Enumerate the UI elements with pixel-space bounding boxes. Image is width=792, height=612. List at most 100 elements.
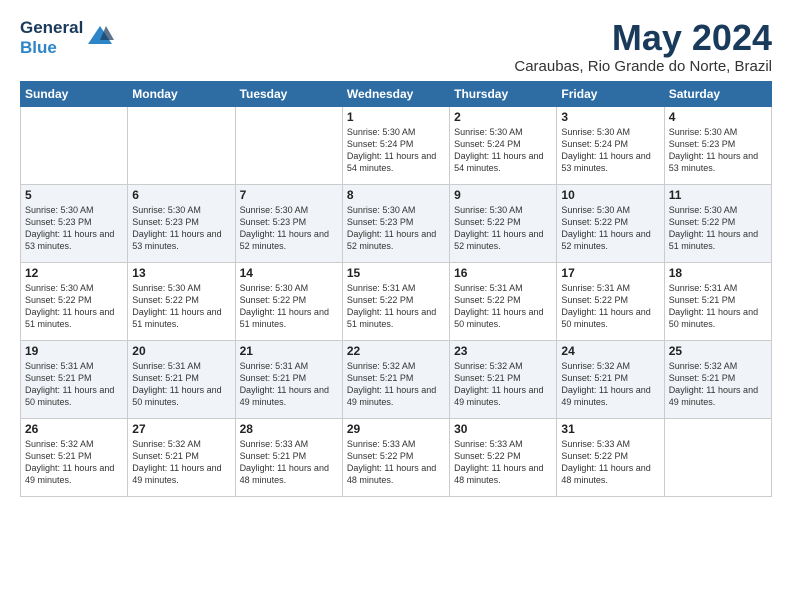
calendar-cell: 14Sunrise: 5:30 AMSunset: 5:22 PMDayligh… [235,262,342,340]
cell-info: Sunrise: 5:33 AMSunset: 5:22 PMDaylight:… [454,438,552,487]
cell-info: Sunrise: 5:30 AMSunset: 5:22 PMDaylight:… [561,204,659,253]
day-number: 2 [454,110,552,124]
cell-info: Sunrise: 5:30 AMSunset: 5:24 PMDaylight:… [454,126,552,175]
calendar-week-row: 5 Sunrise: 5:30 AMSunset: 5:23 PMDaylight… [21,184,772,262]
calendar-cell: 18Sunrise: 5:31 AMSunset: 5:21 PMDayligh… [664,262,771,340]
logo-general: General [20,18,83,38]
day-number: 16 [454,266,552,280]
weekday-header-monday: Monday [128,81,235,106]
header: General Blue May 2024 Caraubas, Rio Gran… [20,18,772,75]
day-number: 6 [132,188,230,202]
cell-info: Sunrise: 5:30 AMSunset: 5:23 PMDaylight:… [347,204,445,253]
day-number: 8 [347,188,445,202]
day-number: 27 [132,422,230,436]
cell-info: Sunrise: 5:32 AMSunset: 5:21 PMDaylight:… [454,360,552,409]
subtitle: Caraubas, Rio Grande do Norte, Brazil [514,58,772,75]
calendar-cell: 28 Sunrise: 5:33 AMSunset: 5:21 PMDayligh… [235,418,342,496]
cell-info: Sunrise: 5:31 AMSunset: 5:22 PMDaylight:… [347,282,445,331]
calendar-cell: 20Sunrise: 5:31 AMSunset: 5:21 PMDayligh… [128,340,235,418]
cell-info: Sunrise: 5:31 AMSunset: 5:21 PMDaylight:… [132,360,230,409]
page: General Blue May 2024 Caraubas, Rio Gran… [0,0,792,612]
cell-info: Sunrise: 5:30 AMSunset: 5:22 PMDaylight:… [454,204,552,253]
calendar-cell [235,106,342,184]
cell-info: Sunrise: 5:32 AMSunset: 5:21 PMDaylight:… [561,360,659,409]
calendar-cell: 10 Sunrise: 5:30 AMSunset: 5:22 PMDayligh… [557,184,664,262]
weekday-header-tuesday: Tuesday [235,81,342,106]
calendar-cell: 25Sunrise: 5:32 AMSunset: 5:21 PMDayligh… [664,340,771,418]
calendar-cell: 12Sunrise: 5:30 AMSunset: 5:22 PMDayligh… [21,262,128,340]
weekday-header-wednesday: Wednesday [342,81,449,106]
calendar-week-row: 26 Sunrise: 5:32 AMSunset: 5:21 PMDayligh… [21,418,772,496]
day-number: 31 [561,422,659,436]
cell-info: Sunrise: 5:32 AMSunset: 5:21 PMDaylight:… [347,360,445,409]
cell-info: Sunrise: 5:32 AMSunset: 5:21 PMDaylight:… [132,438,230,487]
calendar-cell: 3Sunrise: 5:30 AMSunset: 5:24 PMDaylight… [557,106,664,184]
calendar-cell: 11 Sunrise: 5:30 AMSunset: 5:22 PMDayligh… [664,184,771,262]
cell-info: Sunrise: 5:31 AMSunset: 5:21 PMDaylight:… [25,360,123,409]
weekday-header-thursday: Thursday [450,81,557,106]
day-number: 1 [347,110,445,124]
calendar-week-row: 12Sunrise: 5:30 AMSunset: 5:22 PMDayligh… [21,262,772,340]
calendar-cell: 24Sunrise: 5:32 AMSunset: 5:21 PMDayligh… [557,340,664,418]
cell-info: Sunrise: 5:31 AMSunset: 5:22 PMDaylight:… [454,282,552,331]
day-number: 29 [347,422,445,436]
calendar-cell: 2 Sunrise: 5:30 AMSunset: 5:24 PMDaylight… [450,106,557,184]
calendar-cell: 23 Sunrise: 5:32 AMSunset: 5:21 PMDayligh… [450,340,557,418]
calendar-cell: 9 Sunrise: 5:30 AMSunset: 5:22 PMDaylight… [450,184,557,262]
logo-blue: Blue [20,38,83,58]
day-number: 9 [454,188,552,202]
weekday-header-row: SundayMondayTuesdayWednesdayThursdayFrid… [21,81,772,106]
calendar-cell: 15 Sunrise: 5:31 AMSunset: 5:22 PMDayligh… [342,262,449,340]
day-number: 3 [561,110,659,124]
calendar-cell: 27 Sunrise: 5:32 AMSunset: 5:21 PMDayligh… [128,418,235,496]
cell-info: Sunrise: 5:30 AMSunset: 5:23 PMDaylight:… [25,204,123,253]
day-number: 5 [25,188,123,202]
calendar-cell: 16 Sunrise: 5:31 AMSunset: 5:22 PMDayligh… [450,262,557,340]
main-title: May 2024 [514,18,772,58]
day-number: 26 [25,422,123,436]
day-number: 7 [240,188,338,202]
calendar-cell: 8 Sunrise: 5:30 AMSunset: 5:23 PMDaylight… [342,184,449,262]
cell-info: Sunrise: 5:30 AMSunset: 5:22 PMDaylight:… [25,282,123,331]
calendar-cell: 29 Sunrise: 5:33 AMSunset: 5:22 PMDayligh… [342,418,449,496]
day-number: 4 [669,110,767,124]
day-number: 15 [347,266,445,280]
day-number: 28 [240,422,338,436]
logo-text: General Blue [20,18,83,57]
calendar-cell: 4 Sunrise: 5:30 AMSunset: 5:23 PMDaylight… [664,106,771,184]
calendar-cell [21,106,128,184]
day-number: 10 [561,188,659,202]
calendar-table: SundayMondayTuesdayWednesdayThursdayFrid… [20,81,772,497]
day-number: 14 [240,266,338,280]
calendar-cell: 21 Sunrise: 5:31 AMSunset: 5:21 PMDayligh… [235,340,342,418]
cell-info: Sunrise: 5:32 AMSunset: 5:21 PMDaylight:… [669,360,767,409]
calendar-cell: 13 Sunrise: 5:30 AMSunset: 5:22 PMDayligh… [128,262,235,340]
calendar-cell: 22Sunrise: 5:32 AMSunset: 5:21 PMDayligh… [342,340,449,418]
cell-info: Sunrise: 5:30 AMSunset: 5:23 PMDaylight:… [132,204,230,253]
calendar-cell: 1Sunrise: 5:30 AMSunset: 5:24 PMDaylight… [342,106,449,184]
cell-info: Sunrise: 5:30 AMSunset: 5:23 PMDaylight:… [669,126,767,175]
cell-info: Sunrise: 5:30 AMSunset: 5:22 PMDaylight:… [669,204,767,253]
cell-info: Sunrise: 5:33 AMSunset: 5:22 PMDaylight:… [347,438,445,487]
day-number: 23 [454,344,552,358]
day-number: 30 [454,422,552,436]
weekday-header-saturday: Saturday [664,81,771,106]
day-number: 21 [240,344,338,358]
weekday-header-friday: Friday [557,81,664,106]
calendar-cell: 30 Sunrise: 5:33 AMSunset: 5:22 PMDayligh… [450,418,557,496]
calendar-week-row: 19Sunrise: 5:31 AMSunset: 5:21 PMDayligh… [21,340,772,418]
cell-info: Sunrise: 5:31 AMSunset: 5:21 PMDaylight:… [669,282,767,331]
cell-info: Sunrise: 5:30 AMSunset: 5:22 PMDaylight:… [132,282,230,331]
calendar-cell: 5 Sunrise: 5:30 AMSunset: 5:23 PMDaylight… [21,184,128,262]
logo-icon [86,22,114,50]
cell-info: Sunrise: 5:31 AMSunset: 5:22 PMDaylight:… [561,282,659,331]
calendar-cell: 17Sunrise: 5:31 AMSunset: 5:22 PMDayligh… [557,262,664,340]
calendar-cell [664,418,771,496]
day-number: 13 [132,266,230,280]
cell-info: Sunrise: 5:31 AMSunset: 5:21 PMDaylight:… [240,360,338,409]
day-number: 11 [669,188,767,202]
calendar-week-row: 1 Sunrise: 5:30 AMSunset: 5:24 PMDaylight… [21,106,772,184]
cell-info: Sunrise: 5:33 AMSunset: 5:21 PMDaylight:… [240,438,338,487]
calendar-cell: 7Sunrise: 5:30 AMSunset: 5:23 PMDaylight… [235,184,342,262]
weekday-header-sunday: Sunday [21,81,128,106]
